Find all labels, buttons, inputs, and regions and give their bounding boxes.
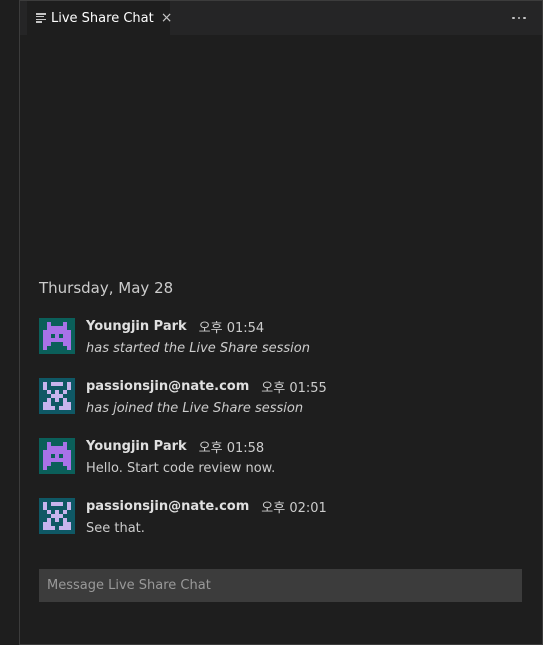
message-time: 오후 01:55 xyxy=(261,380,327,396)
message-author: Youngjin Park xyxy=(86,318,187,334)
chat-message: passionsjin@nate.com 오후 02:01 See that. xyxy=(39,496,522,556)
avatar-passionsjin-icon xyxy=(39,378,75,414)
message-time: 오후 01:54 xyxy=(198,320,265,336)
tab-label: Live Share Chat xyxy=(51,10,154,26)
tab-live-share-chat[interactable]: Live Share Chat × xyxy=(27,1,173,35)
message-input[interactable] xyxy=(39,569,522,602)
message-time: 오후 01:58 xyxy=(198,440,265,456)
message-author: Youngjin Park xyxy=(86,438,187,454)
chat-message: Youngjin Park 오후 01:54 has started the L… xyxy=(39,316,522,376)
list-icon xyxy=(36,13,46,23)
more-actions-icon[interactable] xyxy=(510,9,528,27)
date-header: Thursday, May 28 xyxy=(39,279,174,297)
chat-message: passionsjin@nate.com 오후 01:55 has joined… xyxy=(39,376,522,436)
avatar-youngjin-icon xyxy=(39,318,75,354)
message-header: passionsjin@nate.com 오후 02:01 xyxy=(86,496,327,516)
tab-bar: Live Share Chat × xyxy=(20,1,542,35)
avatar-youngjin-icon xyxy=(39,438,75,474)
message-text: has joined the Live Share session xyxy=(86,401,304,416)
editor-gutter xyxy=(0,0,20,645)
avatar-passionsjin-icon xyxy=(39,498,75,534)
message-header: Youngjin Park 오후 01:58 xyxy=(86,436,264,456)
message-text: has started the Live Share session xyxy=(86,341,310,356)
chat-history: Thursday, May 28 Youngjin Park 오후 01:54 xyxy=(39,276,522,556)
message-author: passionsjin@nate.com xyxy=(86,378,250,394)
message-author: passionsjin@nate.com xyxy=(86,498,250,514)
message-header: passionsjin@nate.com 오후 01:55 xyxy=(86,376,327,396)
message-time: 오후 02:01 xyxy=(261,500,327,516)
message-text: See that. xyxy=(86,521,145,536)
message-text: Hello. Start code review now. xyxy=(86,461,276,476)
chat-message: Youngjin Park 오후 01:58 Hello. Start code… xyxy=(39,436,522,496)
close-icon[interactable]: × xyxy=(161,11,173,25)
live-share-chat-window: Live Share Chat × Thursday, May 28 Young… xyxy=(0,0,543,645)
message-header: Youngjin Park 오후 01:54 xyxy=(86,316,264,336)
